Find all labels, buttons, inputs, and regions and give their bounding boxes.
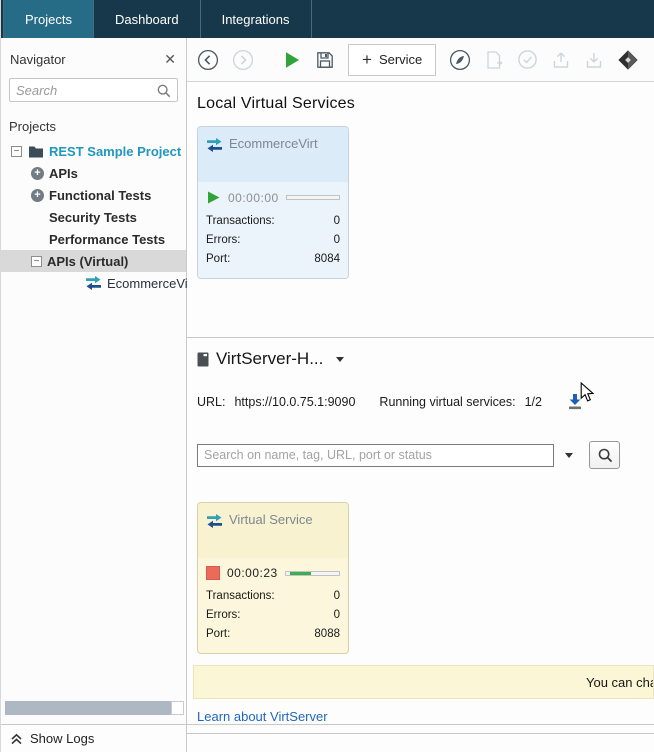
scrollbar-button[interactable] [171,701,184,715]
search-filter-caret-icon[interactable] [565,452,573,458]
add-service-button[interactable]: + Service [348,43,437,76]
close-icon[interactable]: ✕ [164,51,176,68]
port-value: 8084 [314,253,340,265]
tree-item-label: EcommerceVir [107,275,193,291]
download-update-icon[interactable] [566,393,584,410]
virtserver-title: VirtServer-H... [216,349,324,368]
project-tree: − REST Sample Project + APIs + Functiona… [1,140,192,294]
navigator-search-input[interactable] [16,82,156,98]
progress-bar [284,570,340,576]
tree-item-label: APIs [49,165,78,181]
tree-item-ecommercevir[interactable]: EcommerceVir [1,272,192,294]
plus-icon: + [362,49,372,69]
runtime: 00:00:23 [227,566,278,580]
tree-item-apis-virtual[interactable]: − APIs (Virtual) [1,250,186,272]
progress-bar [285,195,340,200]
folder-icon [29,146,43,157]
chevrons-up-icon [11,733,22,744]
port-label: Port: [206,628,231,640]
learn-about-virtserver-link[interactable]: Learn about VirtServer [197,709,328,724]
search-icon [157,84,171,97]
local-virtual-services-title: Local Virtual Services [197,95,355,112]
chevron-down-icon[interactable] [336,356,345,362]
search-button[interactable] [589,441,620,469]
tree-item-performance-tests[interactable]: Performance Tests [1,228,186,250]
local-virtual-service-card[interactable]: EcommerceVirt 00:00:00 Transactions: 0 E… [197,126,349,279]
play-icon[interactable] [206,190,221,205]
transactions-label: Transactions: [206,590,275,602]
notification-text: You can chan [586,675,653,690]
tree-item-apis[interactable]: + APIs [1,162,186,184]
navigator-panel: Navigator ✕ Projects − REST Sample Proje… [1,38,192,724]
errors-label: Errors: [206,609,241,621]
remote-virtual-service-card[interactable]: Virtual Service 00:00:23 Transactions: 0… [197,502,349,654]
transactions-label: Transactions: [206,215,275,227]
discover-icon[interactable] [449,49,471,71]
validate-icon [517,49,538,70]
main-toolbar: + Service [187,38,654,82]
tree-item-functional-tests[interactable]: + Functional Tests [1,184,186,206]
server-icon [197,352,209,366]
tab-integrations[interactable]: Integrations [201,0,312,38]
export-icon [484,50,504,70]
transactions-value: 0 [333,590,340,602]
virt-service-icon [207,514,222,528]
tab-dashboard[interactable]: Dashboard [94,0,201,38]
tree-item-rest-sample-project[interactable]: − REST Sample Project [1,140,186,162]
collapse-icon[interactable]: − [11,145,22,157]
show-logs-label: Show Logs [30,731,95,746]
service-name: EcommerceVirt [229,136,318,151]
add-service-label: Service [378,52,423,67]
tree-item-label: APIs (Virtual) [47,253,129,269]
tab-projects[interactable]: Projects [3,0,94,38]
url-value: https://10.0.75.1:9090 [234,394,356,409]
port-label: Port: [206,253,231,265]
download-icon [584,50,604,70]
diamond-icon[interactable] [617,49,639,71]
running-services-label: Running virtual services: [379,394,516,409]
expand-plus-icon[interactable]: + [31,188,44,202]
errors-value: 0 [333,609,340,621]
save-icon[interactable] [315,50,335,70]
transactions-value: 0 [333,215,340,227]
navigator-title: Navigator [10,52,66,67]
scrollbar-thumb[interactable] [5,701,171,715]
virtserver-search-input[interactable] [197,443,554,467]
top-tab-bar: Projects Dashboard Integrations [1,0,654,38]
main-content: Local Virtual Services EcommerceVirt 00:… [187,82,654,734]
url-label: URL: [197,394,226,409]
back-icon[interactable] [197,49,219,71]
running-services-value: 1/2 [524,394,542,409]
show-logs-button[interactable]: Show Logs [1,725,187,752]
virt-service-icon [207,138,222,152]
tree-item-label: Performance Tests [49,231,166,247]
tree-item-security-tests[interactable]: Security Tests [1,206,186,228]
upload-icon [551,50,571,70]
tree-item-label: REST Sample Project [49,143,182,159]
port-value: 8088 [314,628,340,640]
search-icon [598,448,612,463]
service-name: Virtual Service [229,512,313,527]
projects-label: Projects [9,119,56,134]
runtime: 00:00:00 [228,190,279,205]
errors-label: Errors: [206,234,241,246]
run-icon[interactable] [282,50,302,70]
collapse-icon[interactable]: − [31,255,42,267]
navigator-search[interactable] [9,78,178,102]
navigator-horizontal-scrollbar[interactable] [3,700,184,716]
forward-icon [232,49,254,71]
notification-banner: You can chan [193,665,654,699]
errors-value: 0 [333,234,340,246]
expand-plus-icon[interactable]: + [31,166,44,180]
stop-icon[interactable] [206,566,220,580]
virt-service-icon [86,276,101,290]
tree-item-label: Security Tests [49,209,137,225]
tree-item-label: Functional Tests [49,187,152,203]
